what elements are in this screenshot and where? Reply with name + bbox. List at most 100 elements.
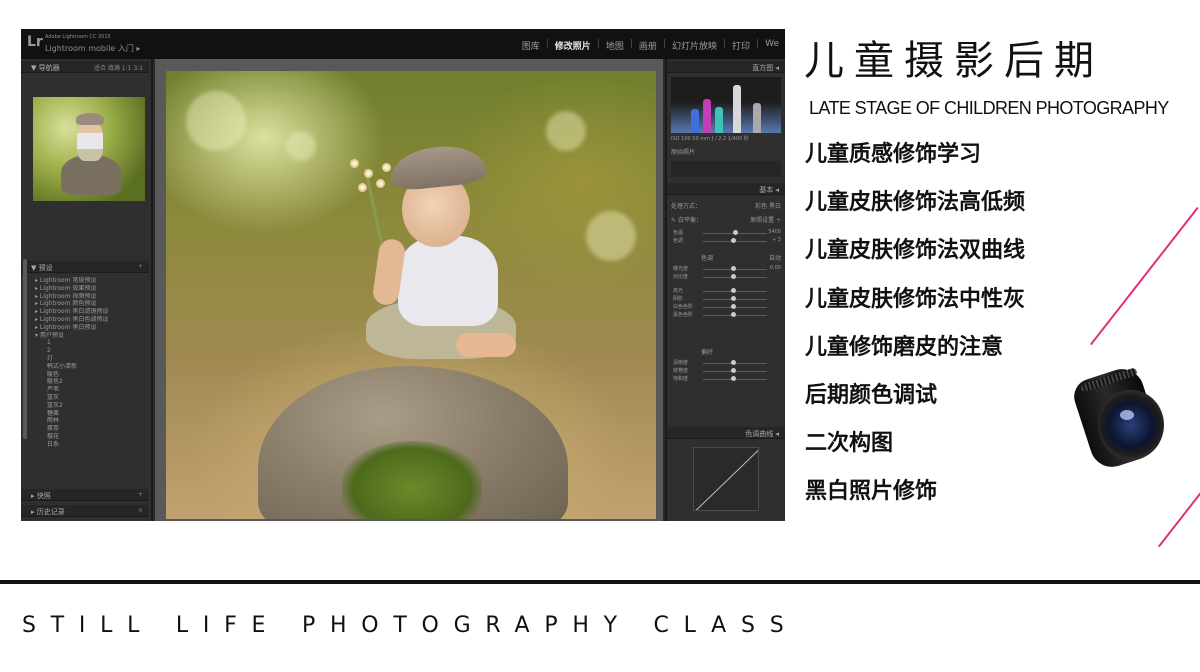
tint-value: + 3 bbox=[772, 237, 781, 243]
wb-row: ✎ 白平衡： 原照设置 ÷ bbox=[671, 215, 781, 224]
basic-header[interactable]: 基本 ◂ bbox=[667, 183, 785, 195]
preset-item[interactable]: 灯 bbox=[35, 355, 147, 363]
course-item: 儿童皮肤修饰法中性灰 bbox=[805, 286, 1026, 312]
course-item: 后期颜色调试 bbox=[805, 382, 938, 408]
left-panel-scrollbar[interactable] bbox=[23, 259, 27, 439]
navigator-thumbnail[interactable] bbox=[33, 97, 145, 201]
preset-item[interactable]: 蛋卷 bbox=[35, 425, 147, 433]
photo-grass bbox=[342, 441, 482, 519]
history-clear-button[interactable]: × bbox=[138, 507, 143, 514]
module-library[interactable]: 图库 bbox=[522, 39, 540, 52]
course-item: 儿童皮肤修饰法高低频 bbox=[805, 190, 1026, 216]
saturation-label: 饱和度 bbox=[673, 376, 689, 382]
module-map[interactable]: 地图 bbox=[606, 39, 624, 52]
module-web[interactable]: We bbox=[765, 39, 779, 52]
preset-item[interactable]: 1 bbox=[35, 339, 147, 347]
preset-folder[interactable]: ▸ Lightroom 常规预设 bbox=[35, 277, 147, 285]
preset-item[interactable]: 糖果 bbox=[35, 410, 147, 418]
tone-curve-graph[interactable] bbox=[693, 447, 759, 511]
presets-header[interactable]: ▼ 预设 + bbox=[21, 261, 149, 273]
wb-select[interactable]: 原照设置 ÷ bbox=[750, 215, 781, 224]
left-panel: ▼ 导航器 适合 填满 1:1 3:1 ▼ 预设 + ▸ Lightroom 常… bbox=[21, 59, 153, 521]
preset-item[interactable]: 暖色2 bbox=[35, 378, 147, 386]
treatment-options[interactable]: 彩色 黑白 bbox=[755, 201, 781, 210]
tone-curve-header[interactable]: 色调曲线 ◂ bbox=[667, 427, 785, 439]
preset-item[interactable]: 芦苇 bbox=[35, 386, 147, 394]
highlights-label: 高光 bbox=[673, 288, 684, 294]
module-slideshow[interactable]: 幻灯片放映 bbox=[672, 39, 717, 52]
preset-item[interactable]: 蓝灰 bbox=[35, 394, 147, 402]
clarity-slider[interactable]: 清晰度 bbox=[673, 359, 781, 367]
navigator-zoom-options[interactable]: 适合 填满 1:1 3:1 bbox=[94, 63, 143, 72]
tool-strip[interactable] bbox=[671, 161, 781, 177]
auto-button[interactable]: 自动 bbox=[769, 253, 781, 262]
preset-item[interactable]: 暖色 bbox=[35, 371, 147, 379]
page-subtitle: LATE STAGE OF CHILDREN PHOTOGRAPHY bbox=[809, 98, 1169, 118]
preset-folder[interactable]: ▸ Lightroom 颜色预设 bbox=[35, 300, 147, 308]
page-title: 儿童摄影后期 bbox=[804, 38, 1104, 84]
module-develop[interactable]: 修改照片 bbox=[555, 39, 591, 52]
bokeh bbox=[186, 91, 246, 151]
blacks-slider[interactable]: 黑色色阶 bbox=[673, 311, 781, 319]
preset-list: ▸ Lightroom 常规预设 ▸ Lightroom 效果预设 ▸ Ligh… bbox=[35, 277, 147, 449]
histogram-peak bbox=[753, 103, 761, 133]
histogram-peak bbox=[691, 109, 699, 133]
preset-item[interactable]: 蓝灰2 bbox=[35, 402, 147, 410]
whites-slider[interactable]: 白色色阶 bbox=[673, 303, 781, 311]
module-print[interactable]: 打印 bbox=[732, 39, 750, 52]
module-picker: 图库 | 修改照片 | 地图 | 画册 | 幻灯片放映 | 打印 | We bbox=[521, 39, 779, 52]
accent-line-upper bbox=[1090, 206, 1199, 346]
lightroom-top-bar: Lr Adobe Lightroom CC 2015 Lightroom mob… bbox=[21, 29, 785, 59]
lightroom-logo-icon: Lr bbox=[27, 34, 43, 50]
vibrance-slider[interactable]: 鲜艳度 bbox=[673, 367, 781, 375]
child-photo[interactable] bbox=[166, 71, 656, 519]
lightroom-mobile-link[interactable]: Lightroom mobile 入门 ▸ bbox=[45, 44, 140, 54]
snapshots-header[interactable]: ▸ 快照 + bbox=[21, 489, 149, 501]
preset-folder[interactable]: ▸ Lightroom 视频预设 bbox=[35, 293, 147, 301]
shadows-slider[interactable]: 阴影 bbox=[673, 295, 781, 303]
preset-folder[interactable]: ▸ Lightroom 黑白色调预设 bbox=[35, 316, 147, 324]
preset-item[interactable]: 日系 bbox=[35, 441, 147, 449]
preset-folder[interactable]: ▸ Lightroom 黑白滤镜预设 bbox=[35, 308, 147, 316]
histogram-title: 直方图 ◂ bbox=[752, 64, 779, 72]
photo-child-foot bbox=[456, 333, 516, 357]
preset-item[interactable]: 樱花 bbox=[35, 433, 147, 441]
photo-flower bbox=[376, 179, 385, 188]
eyedropper-icon[interactable]: ✎ bbox=[671, 217, 676, 224]
preset-item[interactable]: 雨林 bbox=[35, 417, 147, 425]
presets-add-button[interactable]: + bbox=[138, 263, 143, 270]
preset-item[interactable]: 韩式小清新 bbox=[35, 363, 147, 371]
history-header[interactable]: ▸ 历史记录 × bbox=[21, 505, 149, 517]
temp-value: 5400 bbox=[768, 229, 781, 235]
preset-folder-user[interactable]: ▾ 用户预设 bbox=[35, 332, 147, 340]
preset-item[interactable]: 2 bbox=[35, 347, 147, 355]
preset-folder[interactable]: ▸ Lightroom 黑白预设 bbox=[35, 324, 147, 332]
original-photo-checkbox[interactable]: 原始照片 bbox=[671, 147, 695, 156]
accent-line-lower bbox=[1158, 487, 1200, 548]
saturation-slider[interactable]: 饱和度 bbox=[673, 375, 781, 383]
histogram-peak bbox=[703, 99, 711, 133]
photo-flower bbox=[364, 169, 373, 178]
tint-label: 色调 bbox=[673, 238, 684, 244]
treatment-label: 处理方式： bbox=[671, 203, 702, 210]
module-book[interactable]: 画册 bbox=[639, 39, 657, 52]
tone-title: 色调 bbox=[701, 255, 714, 262]
histogram-header[interactable]: 直方图 ◂ bbox=[667, 61, 785, 73]
temp-slider[interactable]: 色温 5400 bbox=[673, 229, 781, 237]
course-item: 二次构图 bbox=[805, 431, 894, 457]
contrast-slider[interactable]: 对比度 bbox=[673, 273, 781, 281]
footer-tagline: STILL LIFE PHOTOGRAPHY CLASS bbox=[22, 613, 799, 638]
photo-flower bbox=[358, 183, 367, 192]
course-item: 儿童质感修饰学习 bbox=[805, 142, 982, 167]
bokeh bbox=[286, 131, 316, 161]
navigator-header[interactable]: ▼ 导航器 适合 填满 1:1 3:1 bbox=[21, 61, 149, 73]
photo-flower bbox=[350, 159, 359, 168]
tint-slider[interactable]: 色调 + 3 bbox=[673, 237, 781, 245]
exposure-slider[interactable]: 曝光度 0.00 bbox=[673, 265, 781, 273]
basic-title: 基本 ◂ bbox=[759, 186, 779, 194]
highlights-slider[interactable]: 高光 bbox=[673, 287, 781, 295]
identity-plate: Adobe Lightroom CC 2015 Lightroom mobile… bbox=[45, 32, 140, 54]
snapshots-add-button[interactable]: + bbox=[138, 491, 143, 498]
preset-folder[interactable]: ▸ Lightroom 效果预设 bbox=[35, 285, 147, 293]
divider bbox=[0, 580, 1200, 584]
